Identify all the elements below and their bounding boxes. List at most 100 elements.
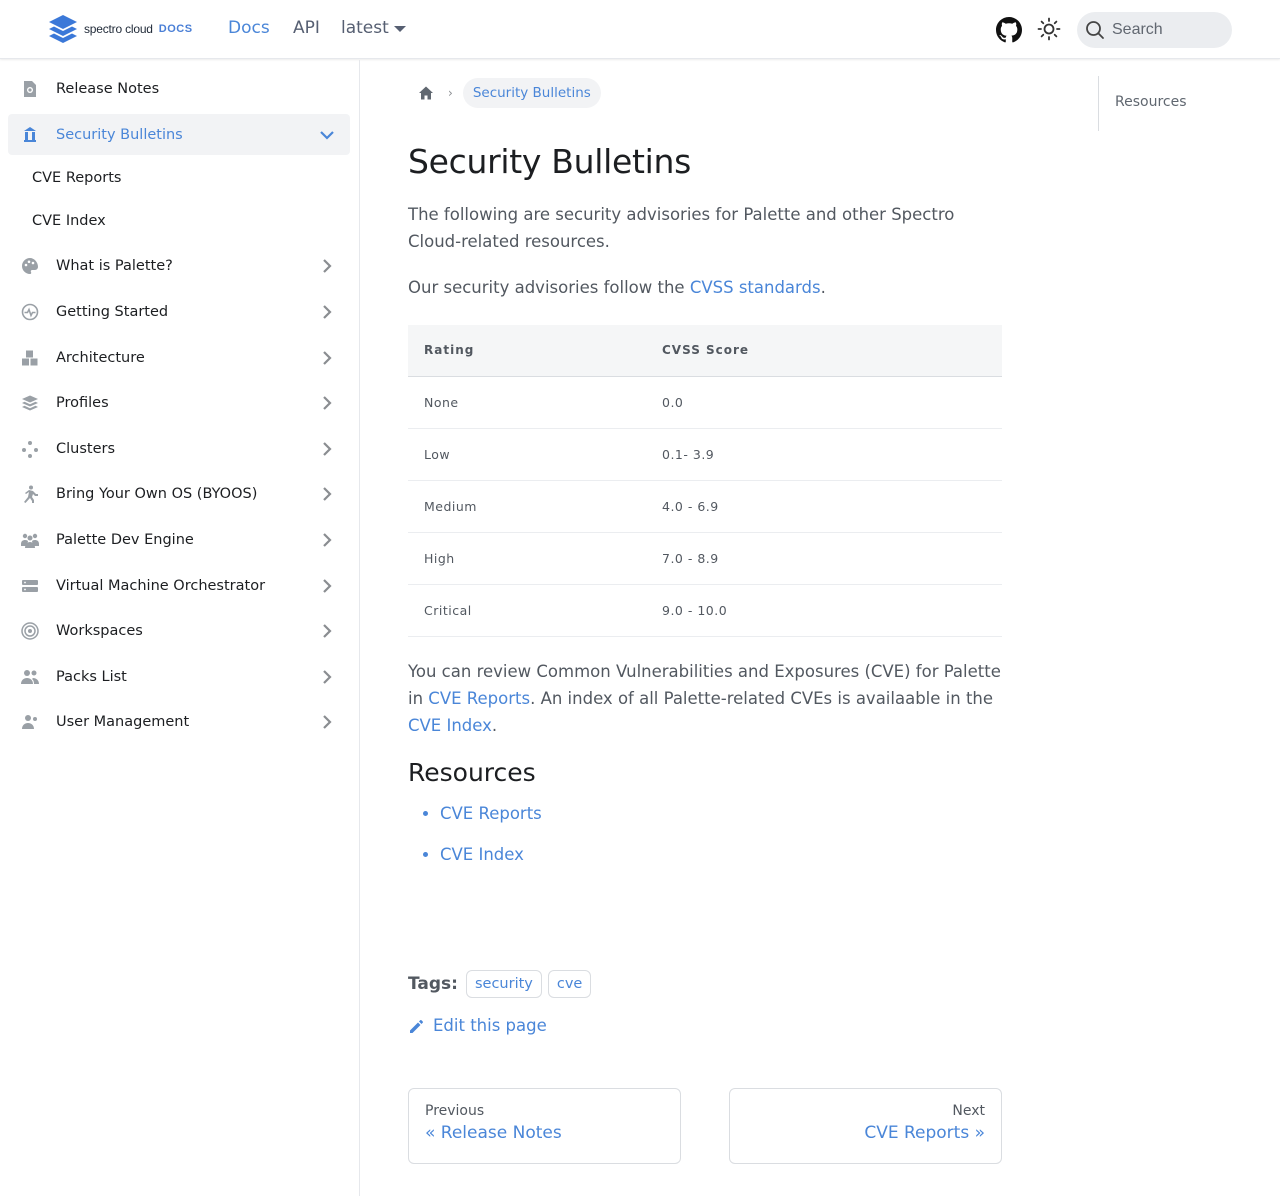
table-of-contents: Resources [1098,76,1228,131]
edit-page-link[interactable]: Edit this page [408,1016,547,1035]
toc-item-resources[interactable]: Resources [1115,94,1187,110]
sidebar-item-palette-dev-engine[interactable]: Palette Dev Engine [8,519,350,560]
sidebar-subitem-cve-index[interactable]: CVE Index [32,213,106,229]
nav-docs-link[interactable]: Docs [228,18,270,38]
chevron-right-icon[interactable] [318,485,336,503]
chevron-down-icon[interactable] [318,126,336,144]
score-cell: 0.0 [662,376,1002,429]
server-icon [22,580,38,592]
sidebar-item-security-bulletins[interactable]: Security Bulletins [8,114,350,155]
score-cell: 9.0 - 10.0 [662,584,1002,637]
rating-cell: High [408,532,662,585]
sidebar-item-architecture[interactable]: Architecture [8,337,350,378]
chevron-right-icon[interactable] [318,303,336,321]
target-icon [21,622,39,640]
version-dropdown[interactable]: latest [341,18,406,38]
intro-paragraph: The following are security advisories fo… [408,205,955,251]
sidebar-subitem-cve-reports[interactable]: CVE Reports [32,170,121,186]
chevron-right-icon[interactable] [318,349,336,367]
people-icon [21,670,39,684]
chevron-right-icon[interactable] [318,577,336,595]
tag-cve[interactable]: cve [547,970,592,998]
pencil-icon [410,1019,423,1033]
sidebar-item-label: What is Palette? [56,257,173,274]
logo-text: spectro cloud [84,22,153,36]
tag-security[interactable]: security [465,970,542,998]
chevron-right-icon[interactable] [318,531,336,549]
sidebar-item-virtual-machine-orchestrator[interactable]: Virtual Machine Orchestrator [8,565,350,606]
sidebar-item-user-management[interactable]: User Management [8,701,350,729]
sidebar-item-label: Packs List [56,668,127,685]
top-navbar: spectro cloud DOCS Docs API latest [0,0,1280,59]
user-icon [22,715,37,729]
sidebar: Release Notes Security Bulletins CVE Rep… [0,60,360,1196]
sidebar-item-label: Palette Dev Engine [56,531,194,548]
spectro-cloud-logo[interactable]: spectro cloud DOCS [47,14,193,44]
page-title: Security Bulletins [408,142,692,181]
cvss-standards-link[interactable]: CVSS standards [690,278,821,297]
cve-reports-link[interactable]: CVE Reports [428,689,530,708]
table-row: Critical 9.0 - 10.0 [408,584,1002,637]
sidebar-item-label: Workspaces [56,622,143,639]
score-cell: 7.0 - 8.9 [662,532,1002,585]
rating-cell: Medium [408,480,662,533]
chevron-right-icon[interactable] [318,713,336,729]
search-input[interactable] [1112,21,1222,39]
cvss-text: Our security advisories follow the [408,278,690,297]
next-page-button[interactable]: Next CVE Reports » [729,1088,1002,1164]
chevron-right-icon[interactable] [318,394,336,412]
previous-page-button[interactable]: Previous « Release Notes [408,1088,681,1164]
sidebar-item-packs-list[interactable]: Packs List [8,656,350,697]
resources-heading: Resources [408,758,536,787]
score-cell: 0.1- 3.9 [662,428,1002,481]
column-header-cvss-score: CVSS Score [662,325,1002,377]
search-box[interactable] [1077,12,1232,48]
sidebar-item-workspaces[interactable]: Workspaces [8,610,350,651]
next-title: CVE Reports » [864,1123,985,1143]
sidebar-menu: Release Notes Security Bulletins CVE Rep… [0,60,359,729]
rating-cell: Critical [408,584,662,637]
sidebar-item-label: Security Bulletins [56,126,183,143]
sidebar-item-label: Architecture [56,349,145,366]
rating-cell: None [408,376,662,429]
tags-label: Tags: [408,974,458,994]
cubes-icon [22,350,38,366]
nodes-icon [22,441,38,458]
sidebar-item-label: Clusters [56,440,116,457]
theme-toggle-sun-icon[interactable] [1037,17,1061,45]
sidebar-item-getting-started[interactable]: Getting Started [8,291,350,332]
shield-building-icon [24,127,36,142]
edit-page-label: Edit this page [433,1016,547,1035]
table-header-row: Rating CVSS Score [408,325,1002,377]
document-search-icon [24,81,36,97]
score-cell: 4.0 - 6.9 [662,480,1002,533]
sidebar-item-profiles[interactable]: Profiles [8,382,350,423]
chevron-right-icon[interactable] [318,257,336,275]
sidebar-item-label: Release Notes [56,80,160,97]
nav-api-link[interactable]: API [293,18,320,38]
previous-title: « Release Notes [425,1123,562,1143]
search-icon [1086,21,1104,39]
sidebar-item-release-notes[interactable]: Release Notes [8,68,350,109]
chevron-right-icon[interactable] [318,668,336,686]
sidebar-item-label: Profiles [56,394,109,411]
sidebar-item-label: Bring Your Own OS (BYOOS) [56,485,258,502]
sidebar-item-clusters[interactable]: Clusters [8,428,350,469]
next-label: Next [952,1103,985,1119]
github-icon[interactable] [996,17,1022,47]
pulse-icon [21,303,39,321]
sidebar-item-label: Virtual Machine Orchestrator [56,577,266,594]
cvss-suffix: . [820,278,826,297]
cve-index-link[interactable]: CVE Index [408,716,492,735]
chevron-right-icon[interactable] [318,440,336,458]
sidebar-item-byoos[interactable]: Bring Your Own OS (BYOOS) [8,473,350,514]
home-icon[interactable] [418,85,434,101]
resource-link-cve-index[interactable]: CVE Index [440,845,542,864]
resource-link-cve-reports[interactable]: CVE Reports [440,804,542,823]
sidebar-item-label: Getting Started [56,303,169,320]
users-icon [21,533,39,548]
column-header-rating: Rating [408,325,662,377]
cve-review-paragraph: You can review Common Vulnerabilities an… [408,658,1002,739]
chevron-right-icon[interactable] [318,622,336,640]
sidebar-item-what-is-palette[interactable]: What is Palette? [8,245,350,286]
